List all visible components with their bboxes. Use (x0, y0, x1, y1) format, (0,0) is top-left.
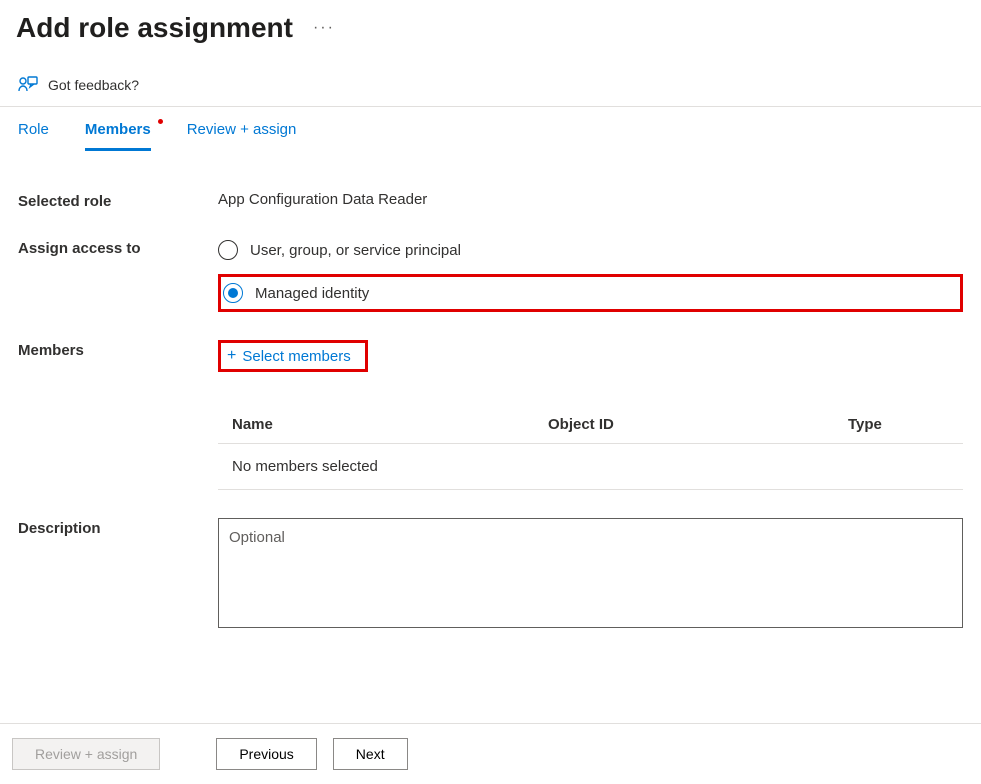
feedback-icon (18, 76, 38, 94)
description-textarea[interactable] (218, 518, 963, 628)
radio-user-group-sp[interactable]: User, group, or service principal (218, 238, 963, 262)
plus-icon: + (227, 347, 236, 365)
next-button[interactable]: Next (333, 738, 408, 770)
tab-members[interactable]: Members (85, 121, 151, 151)
review-assign-button: Review + assign (12, 738, 160, 770)
table-empty-row: No members selected (218, 444, 963, 490)
members-table: Name Object ID Type No members selected (218, 406, 963, 490)
radio-unchecked-icon (218, 240, 238, 260)
selected-role-label: Selected role (18, 191, 218, 210)
tab-indicator-dot-icon (158, 119, 163, 124)
col-header-name: Name (218, 416, 548, 433)
more-icon[interactable]: ··· (313, 19, 335, 37)
tab-role[interactable]: Role (18, 121, 49, 151)
radio-checked-icon (223, 283, 243, 303)
radio-managed-identity[interactable]: Managed identity (223, 281, 377, 305)
highlight-select-members: + Select members (218, 340, 368, 372)
footer: Review + assign Previous Next (0, 723, 981, 784)
description-label: Description (18, 518, 218, 632)
highlight-managed-identity: Managed identity (218, 274, 963, 312)
tab-review-assign[interactable]: Review + assign (187, 121, 297, 151)
select-members-link[interactable]: + Select members (227, 347, 351, 365)
tab-members-label: Members (85, 121, 151, 138)
previous-button[interactable]: Previous (216, 738, 316, 770)
feedback-link[interactable]: Got feedback? (0, 64, 981, 107)
page-title: Add role assignment (16, 12, 293, 44)
col-header-type: Type (848, 416, 963, 433)
selected-role-value: App Configuration Data Reader (218, 191, 963, 210)
tabs: Role Members Review + assign (0, 107, 981, 151)
feedback-text: Got feedback? (48, 77, 139, 93)
radio-managed-identity-label: Managed identity (255, 285, 369, 302)
members-label: Members (18, 340, 218, 490)
col-header-objectid: Object ID (548, 416, 848, 433)
assign-access-to-label: Assign access to (18, 238, 218, 312)
radio-user-group-sp-label: User, group, or service principal (250, 242, 461, 259)
select-members-text: Select members (242, 348, 350, 365)
